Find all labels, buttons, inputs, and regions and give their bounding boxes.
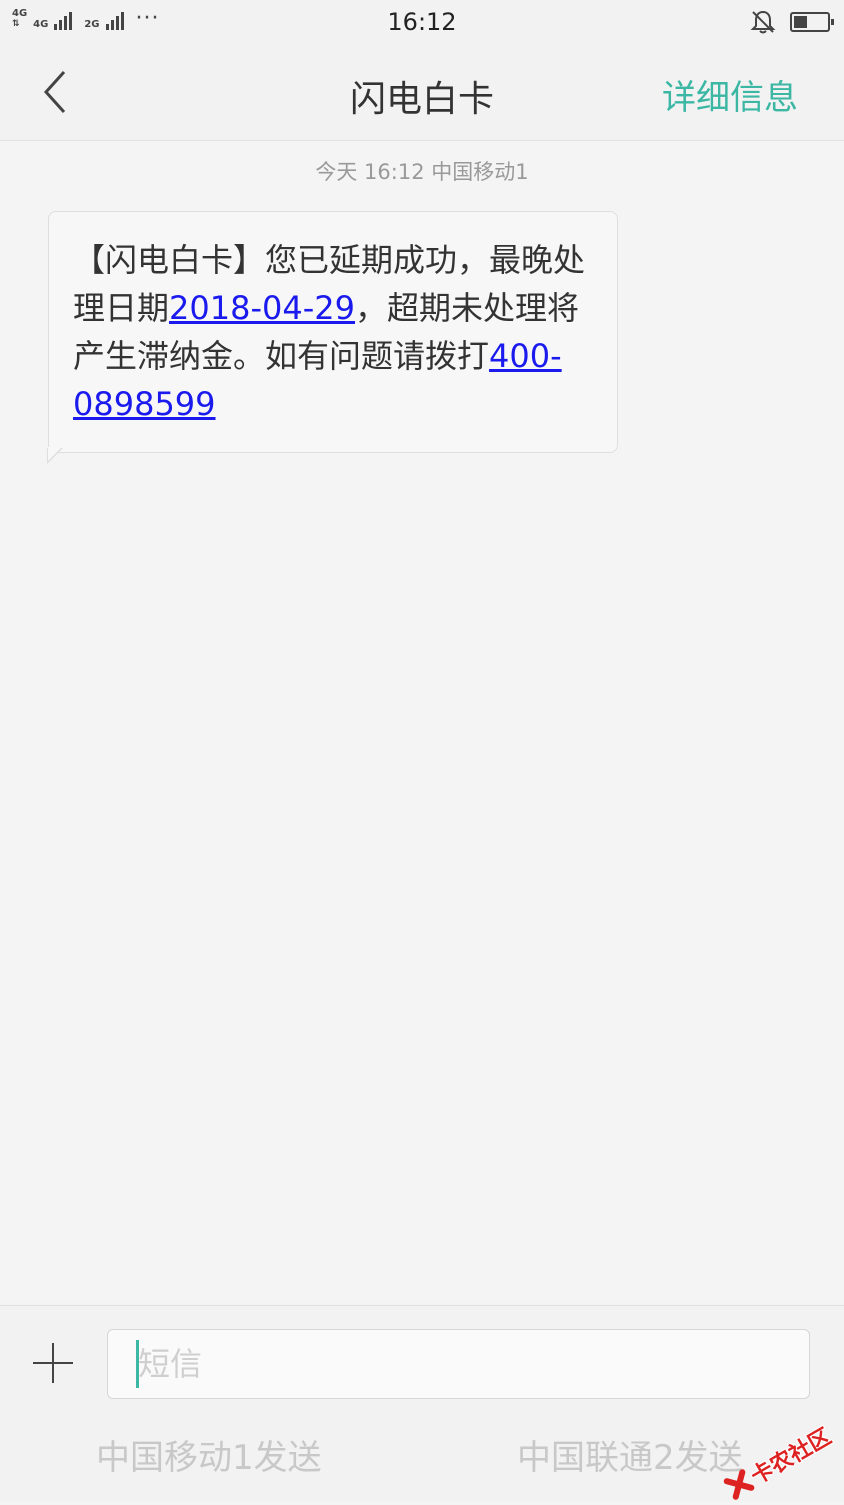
bell-muted-icon [750,10,776,34]
details-button[interactable]: 详细信息 [662,70,798,119]
send-sim2-button[interactable]: 中国联通2发送 [517,1430,743,1479]
status-right [750,9,834,35]
attach-button[interactable] [30,1340,76,1386]
battery-icon [790,12,834,32]
conversation-header: 闪电白卡 详细信息 [0,46,844,141]
message-bubble[interactable]: 【闪电白卡】您已延期成功，最晚处理日期2018-04-29，超期未处理将产生滞纳… [48,211,618,453]
message-timestamp: 今天 16:12 中国移动1 [315,160,529,184]
text-cursor [136,1340,139,1388]
send-sim1-button[interactable]: 中国移动1发送 [96,1430,322,1479]
date-link[interactable]: 2018-04-29 [169,289,355,327]
bubble-tail-fill [48,447,62,461]
plus-icon [33,1343,73,1383]
status-time: 16:12 [387,8,457,36]
message-input[interactable]: 短信 [107,1329,810,1399]
status-bar: 4G ⇅ 4G 2G ··· 16:12 [0,0,844,46]
